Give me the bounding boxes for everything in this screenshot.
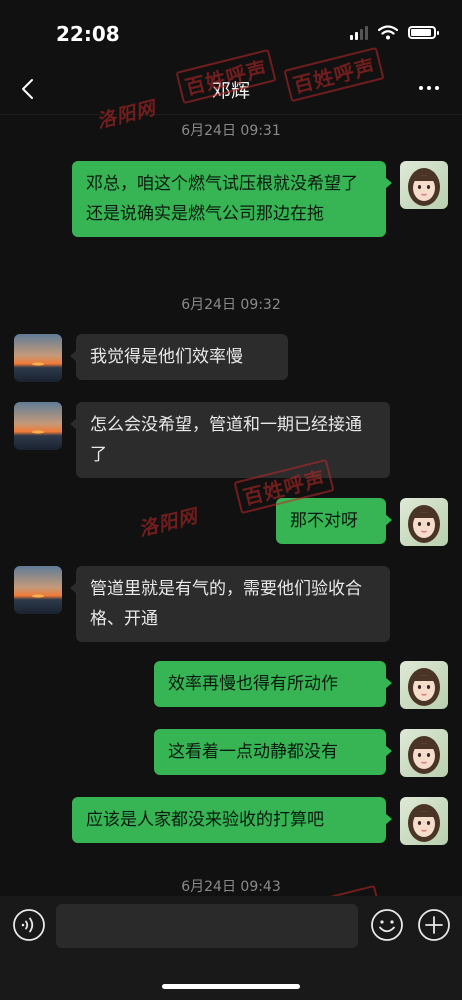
message-bubble-received[interactable]: 怎么会没希望，管道和一期已经接通了 bbox=[70, 402, 390, 478]
message-bubble-sent[interactable]: 这看着一点动静都没有 bbox=[154, 729, 392, 775]
my-avatar[interactable] bbox=[400, 498, 448, 546]
message-bubble-received[interactable]: 我觉得是他们效率慢 bbox=[70, 334, 288, 380]
my-avatar[interactable] bbox=[400, 729, 448, 777]
watermark-script: 洛阳网 bbox=[136, 505, 201, 541]
my-avatar[interactable] bbox=[400, 161, 448, 209]
plus-icon[interactable] bbox=[417, 908, 451, 942]
status-time: 22:08 bbox=[56, 22, 120, 46]
input-bar bbox=[0, 896, 462, 1000]
voice-icon[interactable] bbox=[12, 908, 46, 942]
message-timestamp: 6月24日 09:32 bbox=[181, 297, 281, 313]
message-bubble-sent[interactable]: 邓总，咱这个燃气试压根就没希望了还是说确实是燃气公司那边在拖 bbox=[72, 161, 392, 237]
contact-avatar[interactable] bbox=[14, 566, 62, 614]
more-dots-icon[interactable] bbox=[414, 76, 444, 100]
message-bubble-sent[interactable]: 那不对呀 bbox=[276, 498, 392, 544]
home-indicator[interactable] bbox=[162, 984, 300, 989]
contact-avatar[interactable] bbox=[14, 334, 62, 382]
wifi-icon bbox=[378, 24, 398, 39]
battery-icon bbox=[408, 25, 439, 39]
message-timestamp: 6月24日 09:43 bbox=[181, 879, 281, 895]
my-avatar[interactable] bbox=[400, 797, 448, 845]
message-bubble-sent[interactable]: 效率再慢也得有所动作 bbox=[154, 661, 392, 707]
my-avatar[interactable] bbox=[400, 661, 448, 709]
message-timestamp: 6月24日 09:31 bbox=[181, 123, 281, 139]
emoji-icon[interactable] bbox=[370, 908, 404, 942]
status-icons bbox=[350, 24, 439, 40]
message-input[interactable] bbox=[56, 904, 358, 948]
cellular-signal-icon bbox=[350, 24, 368, 40]
contact-avatar[interactable] bbox=[14, 402, 62, 450]
message-bubble-received[interactable]: 管道里就是有气的，需要他们验收合格、开通 bbox=[70, 566, 390, 642]
message-bubble-sent[interactable]: 应该是人家都没来验收的打算吧 bbox=[72, 797, 392, 843]
